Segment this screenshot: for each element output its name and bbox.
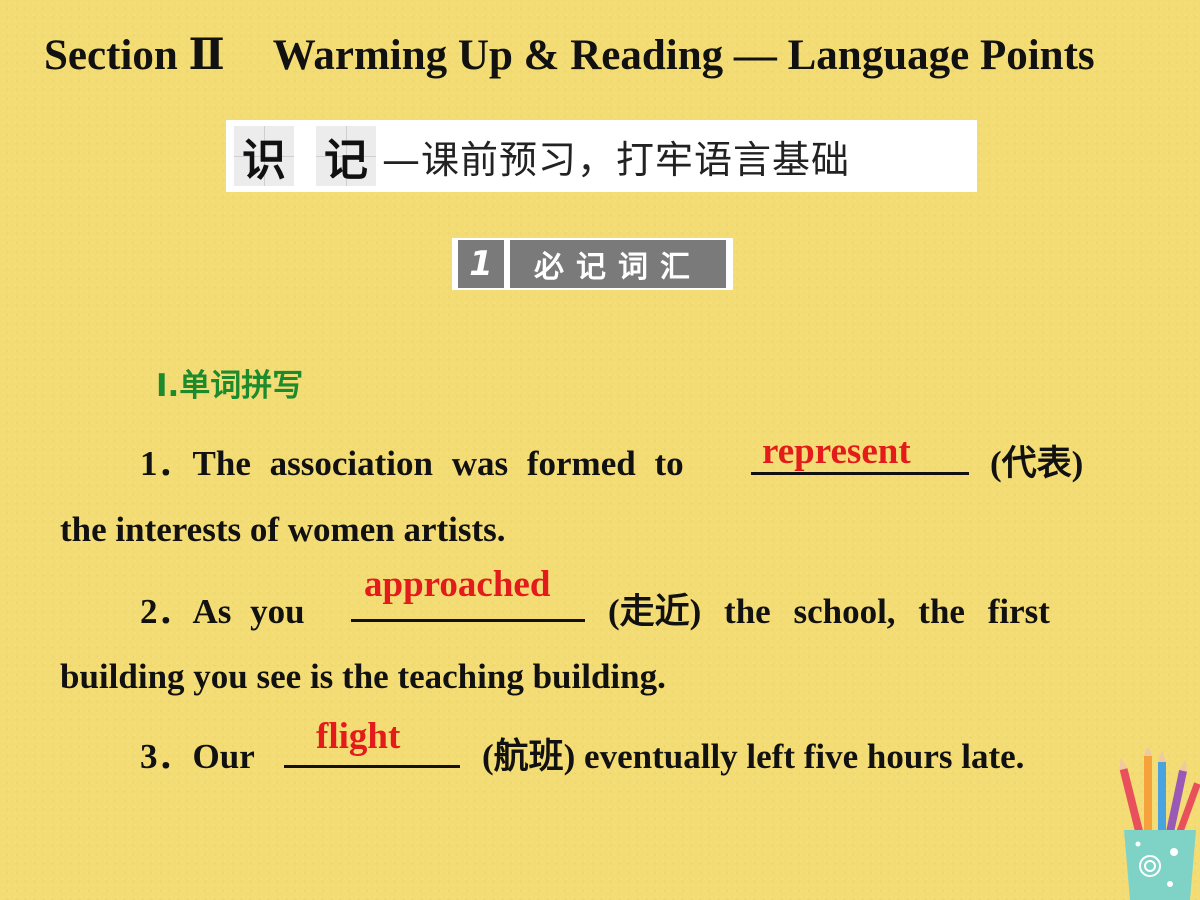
section-heading-text: Warming Up & Reading — Language Points [272,32,1095,79]
question-1-after: (代表) [990,444,1084,483]
question-2-after: (走近) the school, the first [608,592,1050,631]
question-1-before: The association was formed to [192,444,684,483]
banner-subtitle: —课前预习，打牢语言基础 [382,137,851,182]
pencil-cup-icon [1119,748,1200,900]
question-3-before: Our [192,737,255,776]
banner-char-box-1: 识 [234,126,294,186]
spelling-heading: Ⅰ.单词拼写 [156,368,304,404]
question-1-line-1: 1．The association was formed to [140,435,684,486]
banner-char-box-2: 记 [316,126,376,186]
question-2-answer: approached [364,564,551,605]
question-3-number: 3． [140,737,193,776]
question-1-answer: represent [762,431,911,472]
question-1-number: 1． [140,444,193,483]
question-3-after: (航班) eventually left five hours late. [482,737,1025,776]
question-2-blank [351,619,585,622]
question-2-line-2: building you see is the teaching buildin… [60,657,666,696]
question-2-number: 2． [140,592,193,631]
question-1-line-2: the interests of women artists. [60,510,506,549]
question-2-line-1: 2．As you [140,583,305,634]
question-2-before: As you [192,592,305,631]
vocab-tag: 1 必记词汇 [452,238,733,290]
question-3-line-1: 3．Our [140,728,255,779]
vocab-tag-label: 必记词汇 [510,240,726,288]
page-title: Section Ⅱ Warming Up & Reading — Language… [44,30,1174,80]
section-label: Section Ⅱ [44,32,225,79]
question-3-answer: flight [316,716,401,757]
study-banner: 识 记 —课前预习，打牢语言基础 [226,120,977,192]
vocab-tag-number: 1 [458,240,504,288]
question-3-blank [284,765,460,768]
